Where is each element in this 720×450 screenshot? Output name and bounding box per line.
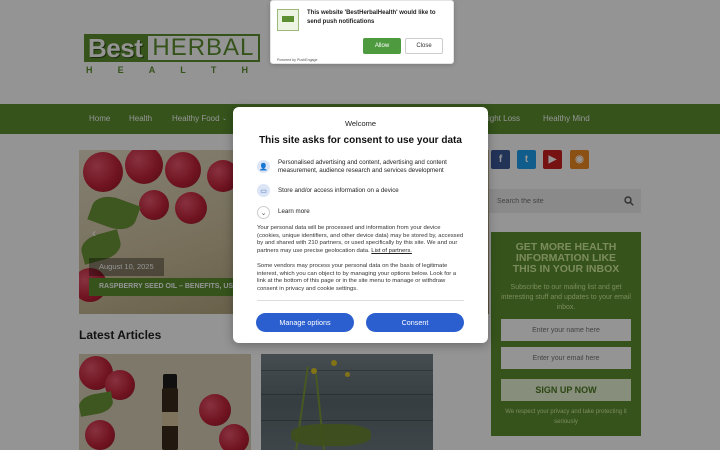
purpose-personalised-ads: Personalised advertising and content, ad… (278, 159, 447, 175)
manage-options-button[interactable]: Manage options (256, 313, 354, 332)
purpose-store-access: Store and/or access information on a dev… (278, 187, 399, 194)
consent-title: This site asks for consent to use your d… (259, 135, 462, 146)
close-button[interactable]: Close (405, 38, 443, 54)
device-icon: ▭ (257, 184, 270, 197)
consent-body-legitimate-interest: Some vendors may process your personal d… (257, 263, 457, 292)
site-favicon-icon (277, 9, 299, 31)
consent-button[interactable]: Consent (366, 313, 464, 332)
consent-dialog: Welcome This site asks for consent to us… (233, 107, 488, 343)
divider (257, 300, 464, 301)
push-notification-prompt: This website 'BestHerbalHealth' would li… (270, 0, 454, 64)
consent-body-main: Your personal data will be processed and… (257, 225, 464, 254)
learn-more-toggle[interactable]: Learn more (278, 208, 468, 216)
powered-by: Powered by PushEngage (277, 58, 318, 62)
chevron-down-icon[interactable]: ⌄ (257, 206, 270, 219)
partners-link[interactable]: List of partners. (371, 248, 412, 254)
push-message: This website 'BestHerbalHealth' would li… (307, 10, 436, 25)
consent-welcome: Welcome (344, 119, 377, 128)
allow-button[interactable]: Allow (363, 38, 401, 54)
user-icon: 👤 (257, 160, 270, 173)
